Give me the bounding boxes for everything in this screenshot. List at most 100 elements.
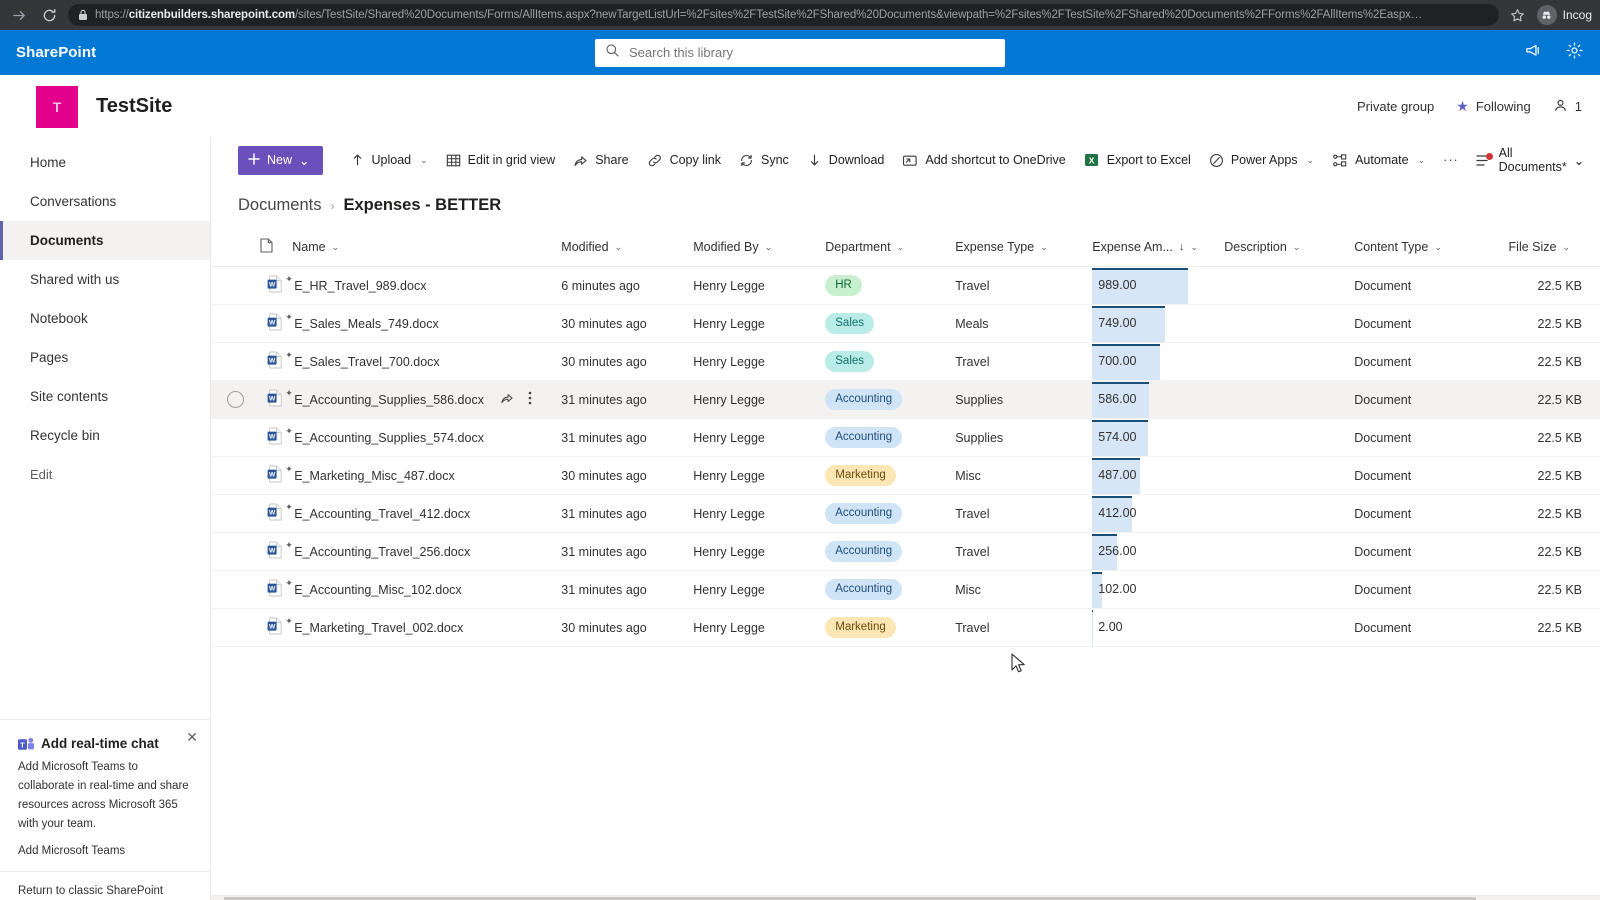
sidebar-item-site-contents[interactable]: Site contents bbox=[0, 377, 210, 416]
sidebar-item-conversations[interactable]: Conversations bbox=[0, 182, 210, 221]
file-name-cell[interactable]: ✦ E_Accounting_Travel_256.docx bbox=[285, 532, 562, 571]
file-name-cell[interactable]: ✦ E_Accounting_Supplies_586.docx bbox=[285, 380, 562, 419]
nav-edit-link[interactable]: Edit bbox=[0, 455, 210, 494]
column-header-department[interactable]: Department ⌄ bbox=[825, 228, 956, 267]
table-row[interactable]: W ✦ E_Accounting_Misc_102.docx 31 minutes a… bbox=[211, 570, 1600, 609]
select-all-header[interactable] bbox=[211, 228, 260, 267]
file-name-cell[interactable]: ✦ E_Sales_Meals_749.docx bbox=[285, 304, 562, 343]
close-icon[interactable]: ✕ bbox=[186, 730, 198, 744]
column-header-content_type[interactable]: Content Type ⌄ bbox=[1354, 228, 1509, 267]
modified-by-cell[interactable]: Henry Legge bbox=[693, 418, 826, 457]
modified-by-cell[interactable]: Henry Legge bbox=[693, 266, 826, 305]
sidebar-item-shared-with-us[interactable]: Shared with us bbox=[0, 260, 210, 299]
table-row[interactable]: W ✦ E_HR_Travel_989.docx 6 minutes ago Henry… bbox=[211, 266, 1600, 305]
settings-gear-icon[interactable] bbox=[1565, 41, 1584, 65]
forward-arrow-icon[interactable] bbox=[8, 4, 30, 26]
modified-by-cell[interactable]: Henry Legge bbox=[693, 456, 826, 495]
view-switcher[interactable]: All Documents* ⌄ bbox=[1468, 143, 1593, 177]
address-bar[interactable]: https://citizenbuilders.sharepoint.com/s… bbox=[68, 4, 1499, 26]
site-header: T TestSite Private group ★ Following 1 bbox=[0, 75, 1600, 138]
row-select-checkbox[interactable] bbox=[211, 342, 260, 381]
copy-link-button[interactable]: Copy link bbox=[638, 143, 730, 177]
column-header-expense_type[interactable]: Expense Type ⌄ bbox=[955, 228, 1093, 267]
members-button[interactable]: 1 bbox=[1553, 98, 1582, 116]
row-select-checkbox[interactable] bbox=[211, 266, 260, 305]
more-options-icon[interactable] bbox=[528, 390, 532, 409]
column-header-file_size[interactable]: File Size ⌄ bbox=[1508, 228, 1600, 267]
site-logo[interactable]: T bbox=[36, 85, 78, 128]
table-row[interactable]: W ✦ E_Marketing_Misc_487.docx 30 minutes ag… bbox=[211, 456, 1600, 495]
add-microsoft-teams-link[interactable]: Add Microsoft Teams bbox=[18, 845, 192, 857]
sharepoint-brand[interactable]: SharePoint bbox=[16, 44, 96, 61]
row-select-checkbox[interactable] bbox=[211, 304, 260, 343]
column-header-description[interactable]: Description ⌄ bbox=[1224, 228, 1355, 267]
add-shortcut-to-onedrive-button[interactable]: Add shortcut to OneDrive bbox=[893, 143, 1074, 177]
breadcrumb-parent[interactable]: Documents bbox=[238, 196, 321, 215]
modified-by-cell[interactable]: Henry Legge bbox=[693, 380, 826, 419]
scrollbar-thumb[interactable] bbox=[224, 896, 1477, 900]
following-button[interactable]: ★ Following bbox=[1456, 98, 1530, 115]
edit-in-grid-view-button[interactable]: Edit in grid view bbox=[437, 143, 565, 177]
table-row[interactable]: W ✦ E_Sales_Meals_749.docx 30 minutes ago He… bbox=[211, 304, 1600, 343]
library-search-box[interactable] bbox=[595, 38, 1005, 67]
modified-by-cell[interactable]: Henry Legge bbox=[693, 494, 826, 533]
file-name-cell[interactable]: ✦ E_Accounting_Misc_102.docx bbox=[285, 570, 562, 609]
bookmark-star-icon[interactable] bbox=[1507, 4, 1529, 26]
sidebar-item-notebook[interactable]: Notebook bbox=[0, 299, 210, 338]
sidebar-item-documents[interactable]: Documents bbox=[0, 221, 210, 260]
modified-by-cell[interactable]: Henry Legge bbox=[693, 570, 826, 609]
incognito-indicator[interactable]: Incog bbox=[1536, 5, 1592, 25]
table-row[interactable]: W ✦ E_Accounting_Travel_256.docx 31 minutes… bbox=[211, 532, 1600, 571]
scrollbar-track[interactable] bbox=[224, 896, 1600, 900]
file-name-cell[interactable]: ✦ E_Sales_Travel_700.docx bbox=[285, 342, 562, 381]
filter-button[interactable] bbox=[1592, 143, 1600, 177]
sync-button[interactable]: Sync bbox=[730, 143, 798, 177]
share-button[interactable]: Share bbox=[564, 143, 637, 177]
row-select-checkbox[interactable] bbox=[211, 570, 260, 609]
feedback-megaphone-icon[interactable] bbox=[1524, 41, 1543, 65]
sidebar-item-home[interactable]: Home bbox=[0, 143, 210, 182]
row-select-checkbox[interactable] bbox=[211, 608, 260, 647]
sidebar-item-pages[interactable]: Pages bbox=[0, 338, 210, 377]
sidebar-item-recycle-bin[interactable]: Recycle bin bbox=[0, 416, 210, 455]
left-navigation: Home Conversations Documents Shared with us… bbox=[0, 138, 211, 900]
table-row[interactable]: W ✦ E_Accounting_Supplies_586.docx 31 minut… bbox=[211, 380, 1600, 419]
modified-by-cell[interactable]: Henry Legge bbox=[693, 304, 826, 343]
new-button[interactable]: New ⌄ bbox=[238, 145, 323, 175]
search-input[interactable] bbox=[629, 45, 995, 60]
modified-by-cell[interactable]: Henry Legge bbox=[693, 608, 826, 647]
file-name-cell[interactable]: ✦ E_Accounting_Supplies_574.docx bbox=[285, 418, 562, 457]
download-button[interactable]: Download bbox=[798, 143, 894, 177]
horizontal-scrollbar[interactable]: ◀ bbox=[211, 895, 1600, 900]
circle-checkbox-icon[interactable] bbox=[226, 391, 244, 408]
column-header-modified_by[interactable]: Modified By ⌄ bbox=[693, 228, 826, 267]
column-header-name[interactable]: Name ⌄ bbox=[292, 228, 562, 267]
table-row[interactable]: W ✦ E_Marketing_Travel_002.docx 30 minutes … bbox=[211, 608, 1600, 647]
row-select-checkbox[interactable] bbox=[211, 494, 260, 533]
row-select-checkbox[interactable] bbox=[211, 380, 260, 419]
overflow-button[interactable]: ··· bbox=[1434, 143, 1468, 177]
export-to-excel-button[interactable]: X Export to Excel bbox=[1075, 143, 1200, 177]
page-title[interactable]: TestSite bbox=[96, 95, 172, 118]
automate-button[interactable]: Automate ⌄ bbox=[1323, 143, 1434, 177]
power-apps-button[interactable]: Power Apps ⌄ bbox=[1200, 143, 1323, 177]
table-row[interactable]: W ✦ E_Accounting_Travel_412.docx 31 minutes… bbox=[211, 494, 1600, 533]
file-name-cell[interactable]: ✦ E_HR_Travel_989.docx bbox=[285, 266, 562, 305]
file-type-header[interactable] bbox=[259, 228, 293, 267]
return-to-classic-sharepoint-link[interactable]: Return to classic SharePoint bbox=[0, 871, 210, 900]
table-row[interactable]: W ✦ E_Sales_Travel_700.docx 30 minutes ago H… bbox=[211, 342, 1600, 381]
row-select-checkbox[interactable] bbox=[211, 532, 260, 571]
modified-by-cell[interactable]: Henry Legge bbox=[693, 342, 826, 381]
file-name-cell[interactable]: ✦ E_Marketing_Travel_002.docx bbox=[285, 608, 562, 647]
column-header-modified[interactable]: Modified ⌄ bbox=[561, 228, 694, 267]
share-icon[interactable] bbox=[500, 391, 514, 408]
row-select-checkbox[interactable] bbox=[211, 418, 260, 457]
row-select-checkbox[interactable] bbox=[211, 456, 260, 495]
reload-icon[interactable] bbox=[38, 4, 60, 26]
upload-button[interactable]: Upload ⌄ bbox=[341, 143, 437, 177]
file-name-cell[interactable]: ✦ E_Accounting_Travel_412.docx bbox=[285, 494, 562, 533]
file-name-cell[interactable]: ✦ E_Marketing_Misc_487.docx bbox=[285, 456, 562, 495]
table-row[interactable]: W ✦ E_Accounting_Supplies_574.docx 31 minut… bbox=[211, 418, 1600, 457]
modified-by-cell[interactable]: Henry Legge bbox=[693, 532, 826, 571]
column-header-expense_amount[interactable]: Expense Am... ↓ ⌄ bbox=[1092, 228, 1225, 267]
